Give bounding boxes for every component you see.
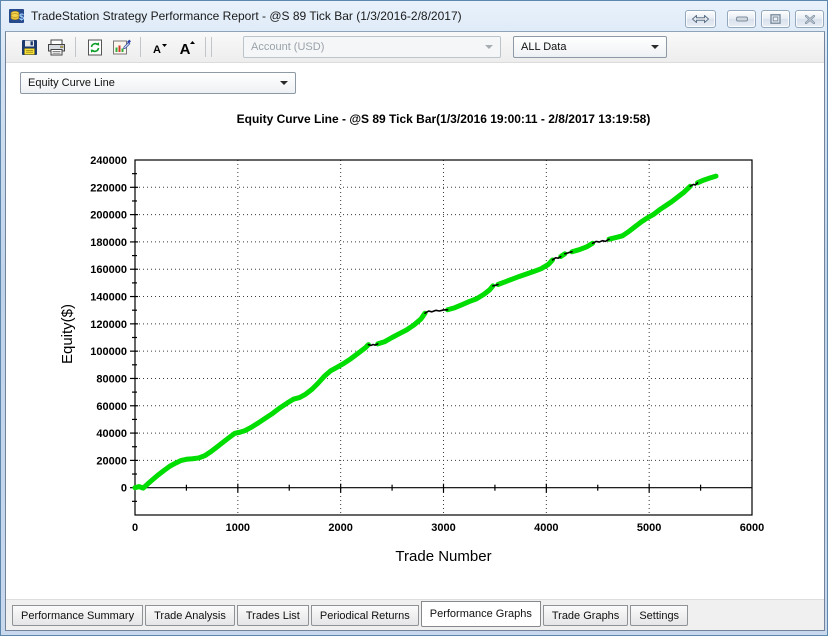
svg-text:5000: 5000 — [637, 522, 661, 534]
horizontal-resize-button[interactable] — [685, 10, 716, 28]
svg-text:80000: 80000 — [96, 373, 127, 385]
tab-trade-analysis[interactable]: Trade Analysis — [145, 605, 235, 626]
data-range-dropdown[interactable]: ALL Data — [513, 36, 667, 58]
chevron-down-icon — [651, 45, 659, 53]
chevron-down-icon — [280, 81, 288, 89]
svg-text:140000: 140000 — [90, 292, 127, 304]
horizontal-arrows-icon — [692, 15, 709, 23]
print-icon — [47, 39, 66, 56]
data-range-dropdown-value: ALL Data — [521, 41, 566, 53]
svg-text:2000: 2000 — [328, 522, 352, 534]
close-button[interactable] — [795, 10, 824, 28]
toolbar-separator — [75, 37, 76, 57]
equity-curve-chart: 0200004000060000800001000001200001400001… — [6, 152, 824, 570]
report-settings-icon — [112, 39, 131, 56]
font-increase-icon: A — [178, 39, 196, 56]
svg-text:20000: 20000 — [96, 455, 127, 467]
save-button[interactable] — [16, 35, 43, 60]
graph-type-dropdown[interactable]: Equity Curve Line — [20, 72, 296, 94]
svg-text:A: A — [153, 44, 161, 55]
chart-title: Equity Curve Line - @S 89 Tick Bar(1/3/2… — [135, 112, 752, 126]
svg-text:220000: 220000 — [90, 182, 127, 194]
tab-trade-graphs[interactable]: Trade Graphs — [543, 605, 628, 626]
svg-text:240000: 240000 — [90, 155, 127, 167]
refresh-report-button[interactable] — [81, 35, 108, 60]
decrease-font-button[interactable]: A — [146, 35, 173, 60]
svg-text:1000: 1000 — [226, 522, 250, 534]
print-button[interactable] — [43, 35, 70, 60]
svg-text:6000: 6000 — [740, 522, 764, 534]
account-dropdown: Account (USD) — [243, 36, 501, 58]
tab-settings[interactable]: Settings — [630, 605, 688, 626]
svg-text:40000: 40000 — [96, 428, 127, 440]
svg-text:Trade Number: Trade Number — [395, 548, 491, 565]
tab-trades-list[interactable]: Trades List — [237, 605, 309, 626]
svg-text:120000: 120000 — [90, 319, 127, 331]
svg-text:60000: 60000 — [96, 401, 127, 413]
svg-text:4000: 4000 — [534, 522, 558, 534]
account-dropdown-value: Account (USD) — [251, 41, 324, 53]
increase-font-button[interactable]: A — [173, 35, 200, 60]
tab-periodical-returns[interactable]: Periodical Returns — [311, 605, 419, 626]
graph-type-dropdown-value: Equity Curve Line — [28, 77, 115, 89]
toolbar-separator — [140, 37, 141, 57]
refresh-icon — [87, 39, 103, 56]
font-decrease-icon: A — [152, 40, 168, 55]
minimize-button[interactable] — [727, 10, 756, 28]
toolbar: A A Account (USD) ALL Data — [6, 32, 824, 63]
client-area: A A Account (USD) ALL Data — [5, 31, 825, 631]
tab-performance-graphs[interactable]: Performance Graphs — [421, 601, 541, 627]
svg-text:200000: 200000 — [90, 210, 127, 222]
report-settings-button[interactable] — [108, 35, 135, 60]
window-title: TradeStation Strategy Performance Report… — [31, 9, 462, 23]
svg-text:3000: 3000 — [431, 522, 455, 534]
svg-text:Equity($): Equity($) — [59, 304, 76, 364]
svg-text:0: 0 — [121, 483, 127, 495]
toolbar-separator — [211, 37, 212, 57]
toolbar-separator — [205, 37, 206, 57]
chevron-down-icon — [485, 45, 493, 53]
svg-text:100000: 100000 — [90, 346, 127, 358]
tab-performance-summary[interactable]: Performance Summary — [12, 605, 143, 626]
restore-button[interactable] — [761, 10, 790, 28]
svg-text:$: $ — [19, 12, 24, 22]
svg-text:180000: 180000 — [90, 237, 127, 249]
titlebar: $ TradeStation Strategy Performance Repo… — [1, 1, 827, 31]
close-icon — [805, 15, 815, 24]
tradestation-report-window: $ TradeStation Strategy Performance Repo… — [0, 0, 828, 636]
svg-text:160000: 160000 — [90, 264, 127, 276]
svg-text:A: A — [179, 41, 190, 56]
minimize-icon — [736, 16, 748, 22]
restore-icon — [770, 14, 781, 24]
report-tabbar: Performance SummaryTrade AnalysisTrades … — [6, 599, 824, 630]
tradestation-report-icon: $ — [9, 8, 25, 24]
save-icon — [21, 39, 38, 56]
svg-text:0: 0 — [132, 522, 138, 534]
